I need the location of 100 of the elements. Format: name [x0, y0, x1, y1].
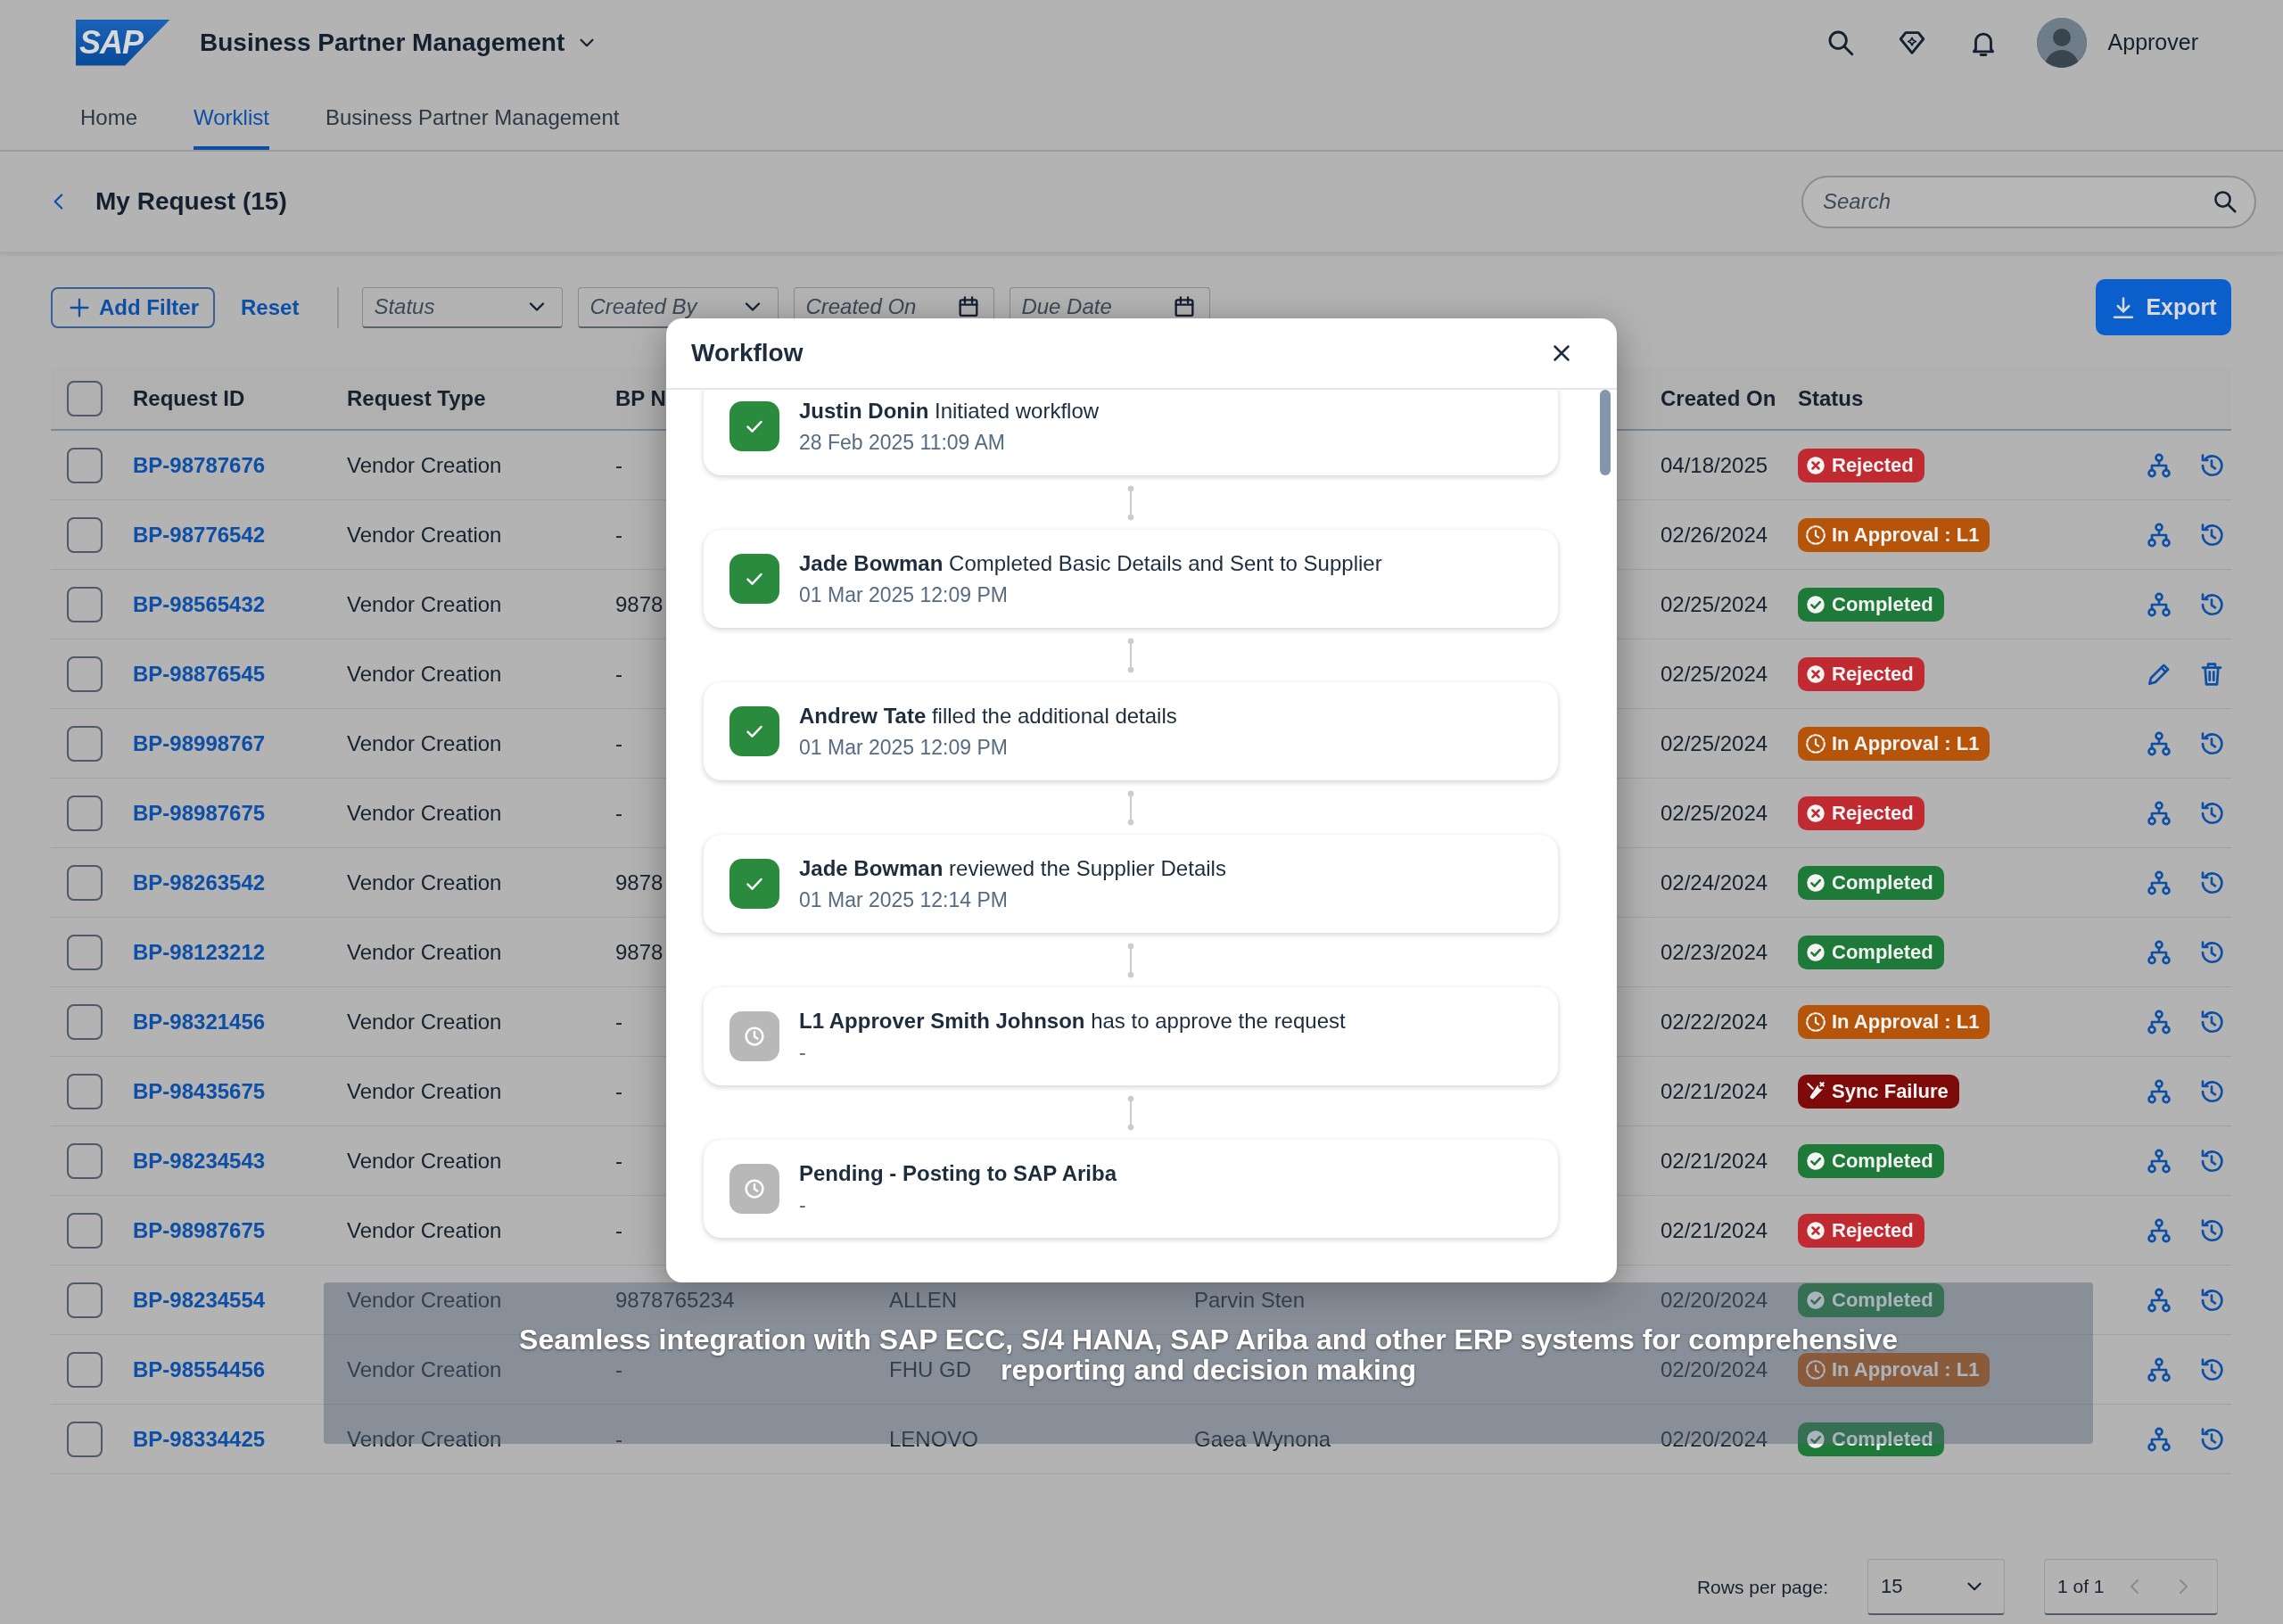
- request-id-link[interactable]: BP-98234554: [133, 1287, 266, 1312]
- request-id-link[interactable]: BP-98334425: [133, 1426, 266, 1451]
- table-cell: Vendor Creation: [347, 870, 502, 894]
- table-cell: 02/21/2024: [1661, 1217, 1768, 1242]
- checkbox[interactable]: [67, 516, 103, 553]
- status-label: Rejected: [1832, 453, 1914, 477]
- user-name[interactable]: Approver: [2107, 29, 2198, 55]
- step-description: Jade Bowman reviewed the Supplier Details: [799, 855, 1226, 881]
- column-header: BP N: [615, 385, 666, 410]
- nav-tab[interactable]: Business Partner Management: [325, 85, 620, 150]
- table-cell: 9878: [615, 591, 663, 616]
- request-id-link[interactable]: BP-98234543: [133, 1148, 266, 1173]
- scrollbar[interactable]: [1600, 390, 1611, 475]
- table-cell: -: [615, 1148, 622, 1173]
- request-id-link[interactable]: BP-98263542: [133, 870, 266, 894]
- search-field[interactable]: Search: [1801, 175, 2256, 228]
- status-label: Completed: [1832, 1149, 1933, 1173]
- request-id-link[interactable]: BP-98987675: [133, 800, 266, 825]
- dialog-title: Workflow: [691, 339, 804, 367]
- status-label: Rejected: [1832, 662, 1914, 686]
- table-cell: 02/20/2024: [1661, 1426, 1768, 1451]
- table-cell: 9878765234: [615, 1287, 735, 1312]
- table-cell: -: [615, 1426, 622, 1451]
- table-cell: 02/24/2024: [1661, 870, 1768, 894]
- nav-tab[interactable]: Worklist: [194, 85, 269, 150]
- table-cell: Vendor Creation: [347, 1426, 502, 1451]
- step-description: L1 Approver Smith Johnson has to approve the request: [799, 1008, 1346, 1034]
- table-cell: 02/25/2024: [1661, 800, 1768, 825]
- table-cell: 9878: [615, 870, 663, 894]
- table-cell: 02/20/2024: [1661, 1356, 1768, 1381]
- checkbox[interactable]: [67, 447, 103, 483]
- table-cell: Vendor Creation: [347, 1148, 502, 1173]
- request-id-link[interactable]: BP-98987675: [133, 1217, 266, 1242]
- request-id-link[interactable]: BP-98321456: [133, 1009, 266, 1034]
- table-cell: Vendor Creation: [347, 1217, 502, 1242]
- placeholder-text: Created On: [805, 294, 918, 319]
- checkbox[interactable]: [67, 795, 103, 831]
- checkbox[interactable]: [67, 1073, 103, 1109]
- step-time: 28 Feb 2025 11:09 AM: [799, 430, 1007, 455]
- request-id-link[interactable]: BP-98998767: [133, 730, 266, 755]
- search-placeholder: Search: [1823, 189, 1892, 214]
- table-cell: 04/18/2025: [1661, 452, 1768, 477]
- app-title: Business Partner Management: [200, 28, 565, 57]
- table-cell: Vendor Creation: [347, 1356, 502, 1381]
- status-label: Completed: [1832, 1427, 1933, 1451]
- caption-line: Seamless integration with SAP ECC, S/4 HANA, SAP Ariba and other ERP systems for comprehensive: [519, 1324, 1898, 1355]
- request-id-link[interactable]: BP-98435675: [133, 1078, 266, 1103]
- checkbox[interactable]: [67, 934, 103, 970]
- request-id-link[interactable]: BP-98876545: [133, 661, 266, 686]
- placeholder-text: Status: [374, 294, 436, 319]
- table-cell: Vendor Creation: [347, 1078, 502, 1103]
- search-icon[interactable]: [2212, 188, 2238, 215]
- request-id-link[interactable]: BP-98554456: [133, 1356, 266, 1381]
- checkbox[interactable]: [67, 1351, 103, 1388]
- placeholder-text: Due Date: [1021, 294, 1113, 319]
- page-count: 1 of 1: [2057, 1576, 2105, 1597]
- table-cell: 02/21/2024: [1661, 1078, 1768, 1103]
- status-label: Rejected: [1832, 801, 1914, 825]
- step-description: Andrew Tate filled the additional details: [799, 703, 1177, 729]
- table-cell: Vendor Creation: [347, 661, 502, 686]
- table-cell: 9878: [615, 939, 663, 964]
- connector-line: [1127, 484, 1134, 521]
- connector-line: [1127, 942, 1134, 978]
- table-cell: -: [615, 1356, 622, 1381]
- reset-link[interactable]: Reset: [241, 294, 300, 320]
- status-label: Rejected: [1832, 1218, 1914, 1242]
- status-label: Completed: [1832, 1288, 1933, 1312]
- checkbox[interactable]: [67, 1421, 103, 1457]
- checkbox[interactable]: [67, 1003, 103, 1040]
- checkbox[interactable]: [67, 586, 103, 622]
- table-cell: ALLEN: [889, 1287, 958, 1312]
- step-time: 01 Mar 2025 12:09 PM: [799, 735, 1009, 760]
- status-label: Completed: [1832, 940, 1933, 964]
- request-id-link[interactable]: BP-98565432: [133, 591, 266, 616]
- placeholder-text: Created By: [589, 294, 699, 319]
- export-button[interactable]: Export: [2096, 279, 2231, 335]
- table-cell: Gaea Wynona: [1194, 1426, 1331, 1451]
- checkbox[interactable]: [67, 1282, 103, 1318]
- checkbox[interactable]: [67, 864, 103, 901]
- checkbox[interactable]: [67, 725, 103, 762]
- column-header: Request Type: [347, 385, 486, 410]
- rows-per-page-select[interactable]: 15: [1867, 1559, 2005, 1615]
- table-cell: Vendor Creation: [347, 939, 502, 964]
- nav-tab[interactable]: Home: [80, 85, 138, 150]
- dropdown-field[interactable]: Status: [362, 286, 564, 328]
- checkbox[interactable]: [67, 655, 103, 692]
- table-cell: 02/23/2024: [1661, 939, 1768, 964]
- checkbox[interactable]: [67, 1212, 103, 1249]
- column-header: Created On: [1661, 385, 1776, 410]
- request-id-link[interactable]: BP-98776542: [133, 522, 266, 547]
- checkbox[interactable]: [67, 380, 103, 416]
- table-cell: LENOVO: [889, 1426, 979, 1451]
- sap-logo[interactable]: SAP: [76, 19, 170, 66]
- request-id-link[interactable]: BP-98787676: [133, 452, 266, 477]
- add-filter-button[interactable]: Add Filter: [51, 286, 215, 328]
- request-id-link[interactable]: BP-98123212: [133, 939, 266, 964]
- checkbox[interactable]: [67, 1142, 103, 1179]
- step-time: -: [799, 1040, 807, 1065]
- connector-line: [1127, 1094, 1134, 1131]
- table-cell: Vendor Creation: [347, 800, 502, 825]
